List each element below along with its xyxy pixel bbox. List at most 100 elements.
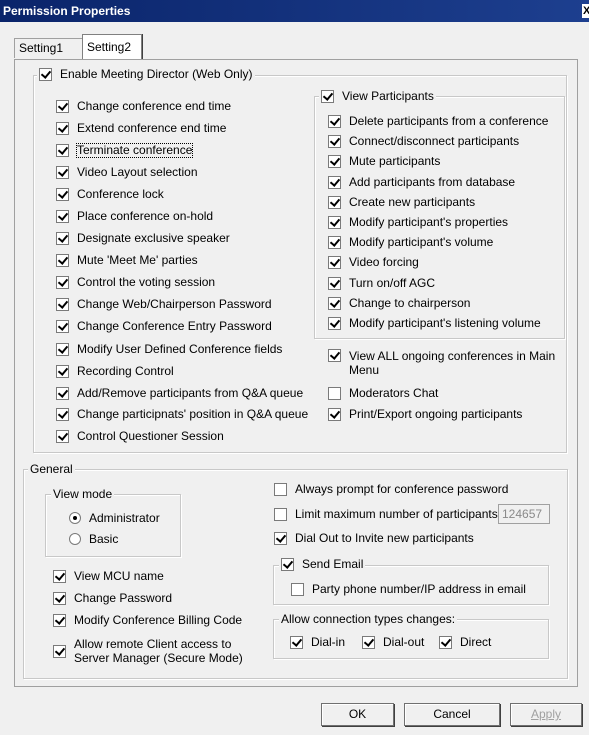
checkbox-box	[328, 155, 341, 169]
send-email-checkbox[interactable]: Send Email	[279, 558, 366, 571]
apply-button[interactable]: Apply	[510, 703, 582, 726]
dial-out-type-checkbox[interactable]: Dial-out	[362, 636, 424, 649]
checkbox-label: Modify participant's listening volume	[349, 316, 541, 330]
modify-user-defined-conference-fields-checkbox[interactable]: Modify User Defined Conference fields	[56, 343, 282, 356]
create-new-participants-checkbox[interactable]: Create new participants	[328, 195, 475, 209]
checkbox-box	[291, 583, 304, 596]
checkbox-label: Turn on/off AGC	[349, 275, 436, 290]
checkbox-label: Recording Control	[77, 364, 174, 378]
print-export-checkbox[interactable]: Print/Export ongoing participants	[328, 408, 522, 421]
checkbox-label: Control Questioner Session	[77, 429, 224, 443]
checkbox-box	[56, 188, 69, 201]
modify-participant-s-listening-volume-checkbox[interactable]: Modify participant's listening volume	[328, 317, 541, 330]
conference-lock-checkbox[interactable]: Conference lock	[56, 188, 164, 201]
connection-types-legend: Allow connection types changes:	[279, 612, 458, 626]
modify-billing-code-checkbox[interactable]: Modify Conference Billing Code	[53, 614, 242, 627]
checkbox-box	[53, 570, 66, 583]
checkbox-label: Modify participant's properties	[349, 215, 509, 229]
checkbox-box	[56, 144, 69, 157]
checkbox-box	[56, 320, 69, 333]
delete-participants-from-a-conference-checkbox[interactable]: Delete participants from a conference	[328, 115, 548, 128]
cancel-button[interactable]: Cancel	[404, 703, 500, 726]
view-mcu-name-checkbox[interactable]: View MCU name	[53, 570, 164, 583]
ok-button[interactable]: OK	[321, 703, 394, 726]
change-web-chairperson-password-checkbox[interactable]: Change Web/Chairperson Password	[56, 298, 272, 311]
checkbox-label: Modify participant's volume	[349, 235, 494, 250]
control-the-voting-session-checkbox[interactable]: Control the voting session	[56, 276, 215, 289]
limit-max-participants-checkbox[interactable]: Limit maximum number of participants	[274, 508, 498, 521]
recording-control-checkbox[interactable]: Recording Control	[56, 365, 174, 378]
max-participants-input[interactable]: 124657	[498, 504, 550, 524]
view-all-ongoing-checkbox[interactable]: View ALL ongoing conferences in Main Men…	[328, 349, 558, 377]
checkbox-box	[53, 645, 66, 658]
checkbox-box	[328, 175, 341, 189]
video-layout-selection-checkbox[interactable]: Video Layout selection	[56, 166, 198, 179]
terminate-conference-checkbox[interactable]: Terminate conference	[56, 143, 194, 158]
mute-meet-me-parties-checkbox[interactable]: Mute 'Meet Me' parties	[56, 254, 198, 267]
checkbox-label: Change Conference Entry Password	[77, 319, 272, 333]
checkbox-label: View MCU name	[74, 569, 164, 583]
checkbox-label: Limit maximum number of participants	[295, 507, 498, 521]
view-mode-group	[45, 494, 181, 557]
checkbox-label: Change conference end time	[77, 99, 232, 113]
checkbox-box	[328, 115, 341, 128]
change-to-chairperson-checkbox[interactable]: Change to chairperson	[328, 295, 471, 310]
checkbox-label: Video forcing	[349, 255, 419, 270]
change-conference-end-time-checkbox[interactable]: Change conference end time	[56, 100, 231, 113]
checkbox-box	[328, 387, 341, 400]
checkbox-box	[56, 298, 69, 311]
checkbox-box	[56, 232, 69, 245]
dial-in-checkbox[interactable]: Dial-in	[290, 636, 345, 649]
modify-participant-s-volume-checkbox[interactable]: Modify participant's volume	[328, 235, 494, 250]
checkbox-label: Dial-in	[311, 635, 346, 649]
add-participants-from-database-checkbox[interactable]: Add participants from database	[328, 175, 515, 189]
control-questioner-session-checkbox[interactable]: Control Questioner Session	[56, 430, 224, 443]
add-remove-participants-from-q-a-queue-checkbox[interactable]: Add/Remove participants from Q&A queue	[56, 387, 303, 400]
remote-client-access-checkbox[interactable]: Allow remote Client access to Server Man…	[53, 637, 263, 665]
checkbox-box	[328, 135, 341, 149]
always-prompt-checkbox[interactable]: Always prompt for conference password	[274, 483, 508, 496]
checkbox-box	[274, 532, 287, 545]
view-participants-checkbox[interactable]: View Participants	[319, 90, 436, 103]
radio-administrator[interactable]: Administrator	[69, 512, 160, 525]
mute-participants-checkbox[interactable]: Mute participants	[328, 155, 440, 169]
checkbox-box	[439, 636, 452, 649]
designate-exclusive-speaker-checkbox[interactable]: Designate exclusive speaker	[56, 232, 230, 245]
checkbox-box	[328, 276, 341, 290]
checkbox-box	[290, 636, 303, 649]
modify-participant-s-properties-checkbox[interactable]: Modify participant's properties	[328, 216, 508, 229]
radio-basic[interactable]: Basic	[69, 533, 118, 546]
tab-setting1[interactable]: Setting1	[14, 38, 84, 58]
close-icon[interactable]: X	[582, 4, 589, 18]
moderators-chat-checkbox[interactable]: Moderators Chat	[328, 387, 438, 400]
checkbox-label: Add/Remove participants from Q&A queue	[77, 386, 304, 400]
video-forcing-checkbox[interactable]: Video forcing	[328, 255, 419, 270]
checkbox-label: Modify Conference Billing Code	[74, 613, 243, 627]
checkbox-box	[328, 349, 341, 362]
direct-checkbox[interactable]: Direct	[439, 636, 491, 649]
checkbox-box	[56, 408, 69, 421]
checkbox-box	[56, 166, 69, 179]
checkbox-label: Video Layout selection	[77, 165, 198, 179]
checkbox-label: Change to chairperson	[349, 295, 471, 310]
checkbox-label: Change Password	[74, 591, 173, 605]
tab-label: Setting2	[87, 40, 132, 54]
general-legend: General	[28, 462, 75, 476]
enable-meeting-director-checkbox[interactable]: Enable Meeting Director (Web Only)	[37, 68, 255, 81]
checkbox-box	[281, 558, 294, 571]
place-conference-on-hold-checkbox[interactable]: Place conference on-hold	[56, 210, 213, 223]
checkbox-label: Always prompt for conference password	[295, 482, 509, 496]
turn-on-off-agc-checkbox[interactable]: Turn on/off AGC	[328, 275, 436, 290]
extend-conference-end-time-checkbox[interactable]: Extend conference end time	[56, 122, 226, 135]
tab-panel-setting2: Enable Meeting Director (Web Only) Chang…	[14, 59, 578, 687]
checkbox-label: Extend conference end time	[77, 121, 227, 135]
change-participnats-position-in-q-a-queue-checkbox[interactable]: Change participnats' position in Q&A que…	[56, 408, 308, 421]
change-conference-entry-password-checkbox[interactable]: Change Conference Entry Password	[56, 320, 272, 333]
change-password-checkbox[interactable]: Change Password	[53, 592, 172, 605]
dial-out-checkbox[interactable]: Dial Out to Invite new participants	[274, 532, 474, 545]
connect-disconnect-participants-checkbox[interactable]: Connect/disconnect participants	[328, 135, 519, 149]
tab-setting2[interactable]: Setting2	[82, 34, 142, 59]
checkbox-box	[53, 614, 66, 627]
checkbox-box	[56, 276, 69, 289]
party-phone-checkbox[interactable]: Party phone number/IP address in email	[291, 583, 526, 596]
